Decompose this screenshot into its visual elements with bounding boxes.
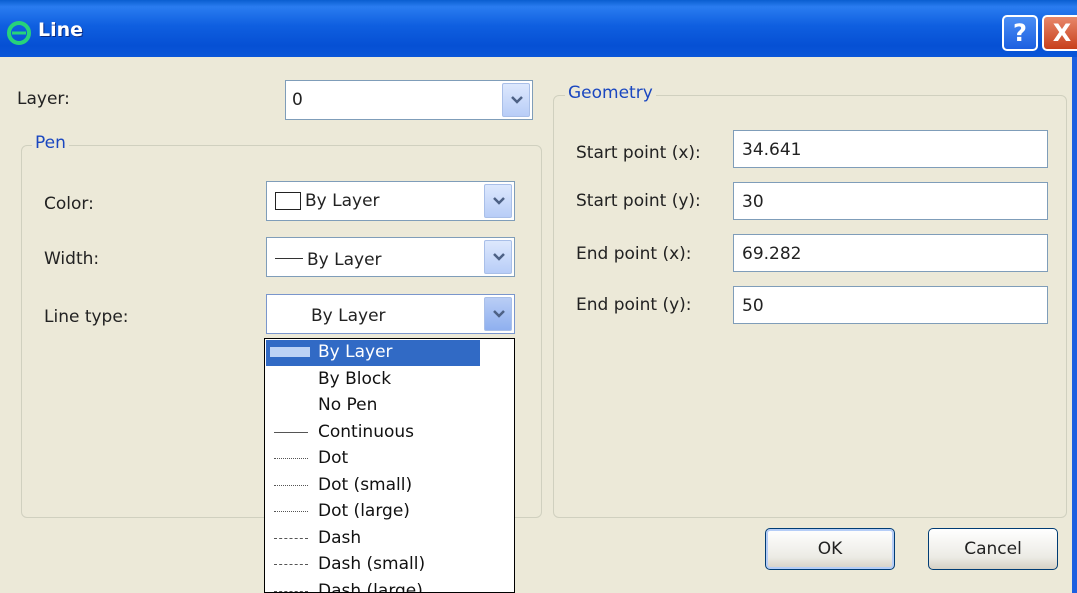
line-type-label: Line type:	[44, 307, 129, 327]
color-combo[interactable]: By Layer	[266, 181, 515, 221]
line-sample-icon	[274, 564, 308, 565]
width-value: By Layer	[307, 250, 382, 270]
pen-group-title: Pen	[32, 133, 69, 153]
line-type-option-label: Continuous	[318, 421, 415, 442]
close-button[interactable]: X	[1042, 15, 1077, 51]
start-x-value: 34.641	[742, 140, 802, 160]
color-swatch	[275, 192, 301, 210]
line-type-option[interactable]: Dot (small)	[266, 473, 480, 499]
help-icon: ?	[1013, 19, 1027, 47]
window-title: Line	[38, 19, 84, 41]
start-x-input[interactable]: 34.641	[733, 130, 1048, 168]
line-type-option-label: By Block	[318, 368, 392, 389]
line-sample-icon	[274, 431, 308, 433]
line-type-option-label: Dash (small)	[318, 554, 426, 574]
layer-combo[interactable]: 0	[285, 80, 533, 120]
end-y-value: 50	[742, 296, 764, 316]
window-border	[1072, 57, 1077, 593]
line-type-option-label: Dash (large)	[318, 580, 423, 593]
line-type-option[interactable]: Dot (large)	[266, 499, 480, 525]
line-sample-icon	[274, 458, 308, 459]
cancel-button[interactable]: Cancel	[928, 528, 1058, 570]
start-x-label: Start point (x):	[576, 143, 701, 163]
line-type-option[interactable]: By Layer	[266, 340, 480, 366]
line-sample-icon	[270, 347, 310, 357]
start-y-value: 30	[742, 192, 764, 212]
close-icon: X	[1052, 19, 1072, 47]
line-type-dropdown-list[interactable]: By Layer By Block No Pen Continuous Dot Dot (…	[264, 338, 515, 593]
line-type-value: By Layer	[311, 306, 386, 326]
title-bar[interactable]: Line ? X	[0, 0, 1077, 57]
line-sample-icon	[274, 537, 308, 539]
end-x-label: End point (x):	[576, 244, 692, 264]
line-type-option[interactable]: Dot	[266, 446, 480, 472]
chevron-down-icon[interactable]	[484, 297, 512, 331]
ok-button[interactable]: OK	[765, 528, 895, 570]
line-width-sample-icon	[275, 258, 303, 259]
line-type-option[interactable]: Dash	[266, 526, 480, 552]
line-type-option-label: Dot (large)	[318, 501, 410, 521]
help-button[interactable]: ?	[1002, 15, 1038, 51]
color-value: By Layer	[305, 191, 380, 211]
start-y-label: Start point (y):	[576, 191, 701, 211]
line-type-option[interactable]: Dash (large)	[266, 579, 480, 593]
line-type-combo[interactable]: By Layer	[266, 294, 515, 334]
line-type-option[interactable]: By Block	[266, 367, 480, 393]
line-type-option[interactable]: No Pen	[266, 393, 480, 419]
line-type-option[interactable]: Dash (small)	[266, 552, 480, 578]
width-combo[interactable]: By Layer	[266, 237, 515, 277]
line-sample-icon	[274, 511, 308, 512]
end-x-value: 69.282	[742, 244, 802, 264]
line-type-option-label: Dot (small)	[318, 474, 413, 495]
line-type-option-label: Dash	[318, 527, 362, 548]
line-type-option-label: No Pen	[318, 395, 378, 415]
geometry-group-title: Geometry	[565, 83, 656, 103]
end-y-input[interactable]: 50	[733, 286, 1048, 324]
line-sample-icon	[274, 590, 308, 592]
line-type-option[interactable]: Continuous	[266, 420, 480, 446]
layer-label: Layer:	[17, 89, 70, 109]
line-type-option-label: Dot	[318, 448, 349, 468]
chevron-down-icon[interactable]	[484, 240, 512, 274]
chevron-down-icon[interactable]	[484, 184, 512, 218]
end-y-label: End point (y):	[576, 295, 692, 315]
line-type-option-label: By Layer	[318, 342, 393, 362]
end-x-input[interactable]: 69.282	[733, 234, 1048, 272]
start-y-input[interactable]: 30	[733, 182, 1048, 220]
app-logo-icon	[7, 21, 31, 45]
layer-value: 0	[292, 90, 303, 110]
chevron-down-icon[interactable]	[502, 83, 530, 117]
line-sample-icon	[274, 484, 308, 486]
width-label: Width:	[44, 249, 100, 269]
color-label: Color:	[44, 194, 94, 214]
